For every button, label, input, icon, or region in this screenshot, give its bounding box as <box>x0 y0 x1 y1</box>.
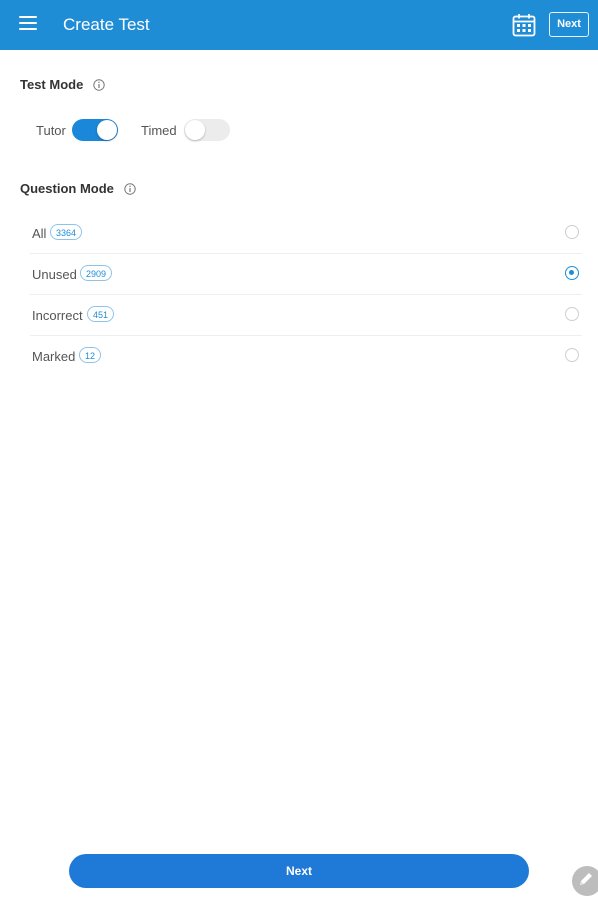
tutor-toggle[interactable] <box>72 119 118 141</box>
question-mode-option-unused[interactable]: Unused 2909 <box>30 254 582 295</box>
radio-button[interactable] <box>565 348 579 362</box>
calendar-icon[interactable] <box>511 12 537 38</box>
option-label: Marked <box>32 349 76 364</box>
question-mode-option-all[interactable]: All 3364 <box>30 213 582 254</box>
count-badge: 451 <box>87 306 115 322</box>
tutor-label: Tutor <box>36 123 66 138</box>
count-badge: 2909 <box>80 265 113 281</box>
count-badge: 3364 <box>50 224 83 240</box>
info-icon[interactable] <box>93 79 105 91</box>
radio-button[interactable] <box>565 225 579 239</box>
menu-icon[interactable] <box>19 16 37 32</box>
next-button[interactable]: Next <box>69 854 529 888</box>
question-mode-title: Question Mode <box>20 181 114 196</box>
toggle-knob <box>185 120 205 140</box>
option-label: Incorrect <box>32 308 83 323</box>
question-mode-list: All 3364 Unused 2909 Incorrect 451 Marke… <box>30 213 582 376</box>
edit-icon[interactable] <box>572 866 598 896</box>
test-mode-title: Test Mode <box>20 77 84 92</box>
option-label: Unused <box>32 267 77 282</box>
question-mode-option-marked[interactable]: Marked 12 <box>30 336 582 376</box>
question-mode-heading: Question Mode <box>20 181 136 196</box>
appbar-next-button[interactable]: Next <box>549 12 589 37</box>
option-label: All <box>32 226 47 241</box>
radio-button-selected[interactable] <box>565 266 579 280</box>
timed-toggle[interactable] <box>184 119 230 141</box>
test-mode-heading: Test Mode <box>20 77 105 92</box>
timed-label: Timed <box>141 123 177 138</box>
info-icon[interactable] <box>123 183 136 195</box>
radio-button[interactable] <box>565 307 579 321</box>
app-bar: Create Test Next <box>0 0 598 50</box>
count-badge: 12 <box>79 347 102 363</box>
toggle-knob <box>97 120 117 140</box>
page-title: Create Test <box>63 15 150 34</box>
question-mode-option-incorrect[interactable]: Incorrect 451 <box>30 295 582 336</box>
